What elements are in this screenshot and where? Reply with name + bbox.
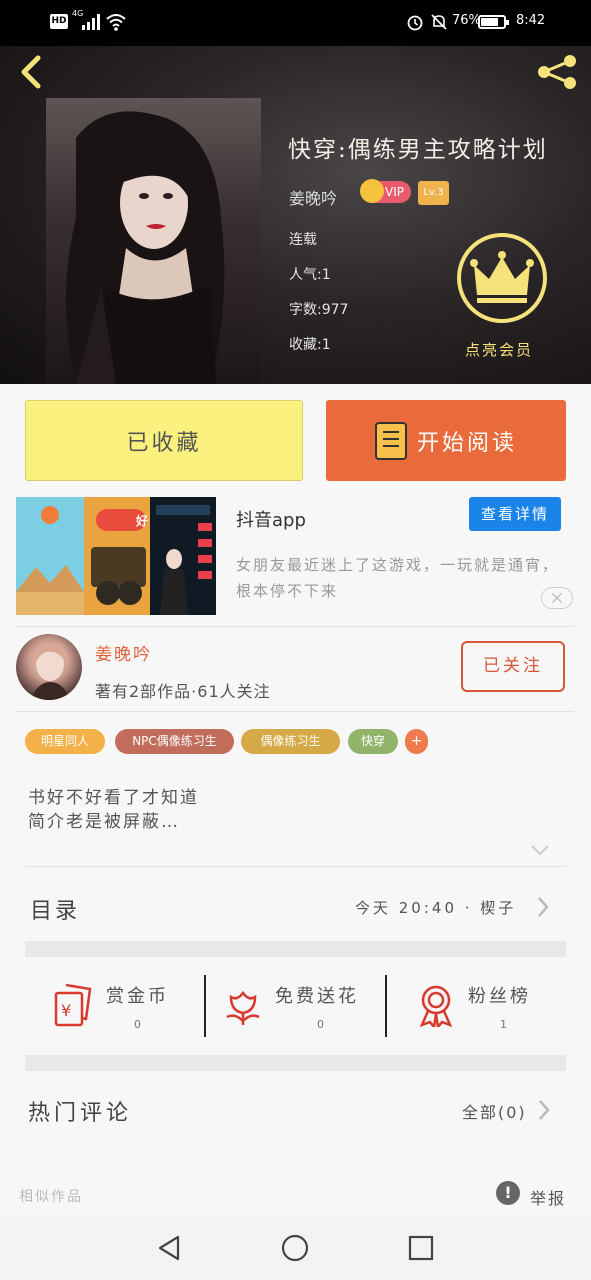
favorites-count: 收藏:1 bbox=[289, 337, 331, 353]
book-cover[interactable] bbox=[46, 98, 261, 384]
reward-coins-button[interactable]: ¥ 赏金币 0 bbox=[52, 975, 192, 1037]
vertical-divider bbox=[385, 975, 387, 1037]
avatar-portrait bbox=[30, 642, 70, 700]
tag-chip[interactable]: 快穿 bbox=[348, 729, 398, 754]
report-button[interactable]: 举报 bbox=[530, 1185, 566, 1209]
medal-icon bbox=[419, 985, 453, 1027]
tag-chip[interactable]: NPC偶像练习生 bbox=[115, 729, 234, 754]
chevron-down-icon[interactable] bbox=[530, 843, 550, 857]
catalog-label: 目录 bbox=[30, 899, 81, 924]
clock: 8:42 bbox=[516, 13, 546, 28]
collected-button[interactable]: 已收藏 bbox=[25, 400, 303, 481]
synopsis[interactable]: 书好不好看了才知道 简介老是被屏蔽… bbox=[28, 786, 199, 834]
ad-game-collage: 好 bbox=[16, 497, 216, 615]
alert-icon[interactable]: ! bbox=[496, 1181, 520, 1205]
book-title: 快穿:偶练男主攻略计划 bbox=[288, 137, 548, 163]
book-icon bbox=[374, 421, 407, 460]
similar-works-label: 相似作品 bbox=[19, 1189, 83, 1205]
catalog-latest-update: 今天 20:40 · 楔子 bbox=[355, 899, 517, 917]
ad-image[interactable]: 好 bbox=[16, 497, 216, 615]
ad-title[interactable]: 抖音app bbox=[236, 506, 306, 532]
battery-percent: 76% bbox=[452, 13, 481, 28]
divider bbox=[25, 866, 566, 867]
all-comments-link[interactable]: 全部(0) bbox=[462, 1099, 527, 1123]
close-icon[interactable] bbox=[541, 587, 573, 609]
ad-image-text: 好 bbox=[135, 513, 148, 528]
chevron-right-icon[interactable] bbox=[536, 896, 550, 918]
system-nav-bar bbox=[0, 1216, 591, 1280]
hd-badge: HD bbox=[50, 14, 68, 29]
battery-icon bbox=[478, 15, 509, 29]
start-reading-button[interactable]: 开始阅读 bbox=[326, 400, 566, 481]
hot-comments-label: 热门评论 bbox=[28, 1101, 133, 1126]
add-tag-button[interactable]: + bbox=[405, 729, 428, 754]
vip-badge-label: VIP bbox=[385, 185, 404, 199]
vip-crown-icon bbox=[360, 179, 384, 203]
book-header: HD 4G 76% 8:42 快穿:偶练男主攻略计划 姜晚吟 VIP Lv.3 … bbox=[0, 0, 591, 384]
flower-icon bbox=[226, 990, 260, 1025]
cover-portrait bbox=[66, 111, 225, 384]
mute-bell-icon bbox=[431, 14, 447, 30]
wifi-icon bbox=[106, 14, 126, 31]
vip-badge: VIP bbox=[360, 179, 411, 203]
start-reading-label: 开始阅读 bbox=[416, 430, 517, 456]
divider bbox=[16, 626, 574, 627]
share-button[interactable] bbox=[534, 52, 582, 92]
section-separator bbox=[25, 941, 566, 957]
nav-recents-icon[interactable] bbox=[406, 1233, 436, 1263]
collected-label: 已收藏 bbox=[126, 430, 202, 456]
synopsis-line: 书好不好看了才知道 bbox=[28, 788, 199, 808]
crown-icon bbox=[470, 251, 534, 303]
vertical-divider bbox=[204, 975, 206, 1037]
follow-button[interactable]: 已关注 bbox=[461, 641, 565, 692]
word-count: 字数:977 bbox=[289, 302, 349, 318]
reward-count: 0 bbox=[317, 1018, 324, 1031]
tag-chip[interactable]: 偶像练习生 bbox=[241, 729, 340, 754]
reward-label: 赏金币 bbox=[106, 986, 169, 1007]
back-button[interactable] bbox=[12, 52, 52, 92]
author-profile-name[interactable]: 姜晚吟 bbox=[95, 640, 152, 665]
serial-status: 连载 bbox=[289, 232, 317, 248]
ad-details-button[interactable]: 查看详情 bbox=[469, 497, 561, 531]
reward-count: 1 bbox=[500, 1018, 507, 1031]
author-name[interactable]: 姜晚吟 bbox=[289, 185, 337, 209]
divider bbox=[16, 711, 574, 712]
signal-icon bbox=[82, 14, 102, 30]
popularity: 人气:1 bbox=[289, 267, 331, 283]
tag-chip[interactable]: 明星同人 bbox=[25, 729, 105, 754]
nav-home-icon[interactable] bbox=[280, 1233, 310, 1263]
reward-count: 0 bbox=[134, 1018, 141, 1031]
vip-crown-button[interactable] bbox=[457, 233, 547, 323]
chevron-right-icon[interactable] bbox=[537, 1099, 551, 1121]
vip-cta-label[interactable]: 点亮会员 bbox=[465, 339, 533, 360]
status-bar: HD 4G 76% 8:42 bbox=[0, 0, 591, 46]
nav-back-icon[interactable] bbox=[154, 1233, 184, 1263]
reward-label: 免费送花 bbox=[275, 986, 359, 1007]
level-badge: Lv.3 bbox=[418, 181, 449, 205]
alarm-icon bbox=[407, 15, 423, 31]
svg-text:¥: ¥ bbox=[61, 1001, 71, 1020]
ad-description: 女朋友最近迷上了这游戏，一玩就是通宵，根本停不下来 bbox=[236, 556, 560, 600]
ad-banner[interactable]: 好 抖音app 查看详情 女朋友最近迷上了这游戏，一玩就是通宵，根本停不下来 bbox=[0, 494, 591, 620]
reward-label: 粉丝榜 bbox=[468, 986, 531, 1007]
author-stats: 著有2部作品·61人关注 bbox=[95, 682, 271, 701]
synopsis-line: 简介老是被屏蔽… bbox=[28, 812, 180, 832]
section-separator bbox=[25, 1055, 566, 1071]
send-flower-button[interactable]: 免费送花 0 bbox=[221, 975, 371, 1037]
avatar[interactable] bbox=[16, 634, 82, 700]
fan-ranking-button[interactable]: 粉丝榜 1 bbox=[414, 975, 554, 1037]
red-envelope-icon: ¥ bbox=[54, 983, 92, 1027]
